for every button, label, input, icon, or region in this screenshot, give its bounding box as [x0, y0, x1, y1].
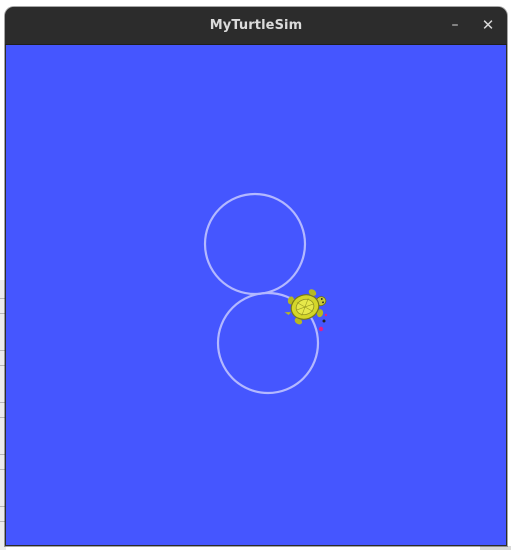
turtle-drawing: [203, 192, 328, 395]
background-window-edge-bottom: [480, 546, 511, 550]
turtle-canvas[interactable]: [6, 45, 506, 545]
minimize-icon: –: [451, 17, 459, 33]
pen-trail-upper-circle: [203, 192, 307, 296]
close-button[interactable]: ✕: [475, 13, 501, 39]
window-title: MyTurtleSim: [209, 18, 303, 33]
title-bar[interactable]: MyTurtleSim – ✕: [5, 7, 507, 45]
turtle-icon: [284, 289, 327, 325]
turtlesim-window[interactable]: MyTurtleSim – ✕: [5, 7, 507, 546]
close-icon: ✕: [481, 16, 495, 34]
minimize-button[interactable]: –: [442, 13, 468, 39]
